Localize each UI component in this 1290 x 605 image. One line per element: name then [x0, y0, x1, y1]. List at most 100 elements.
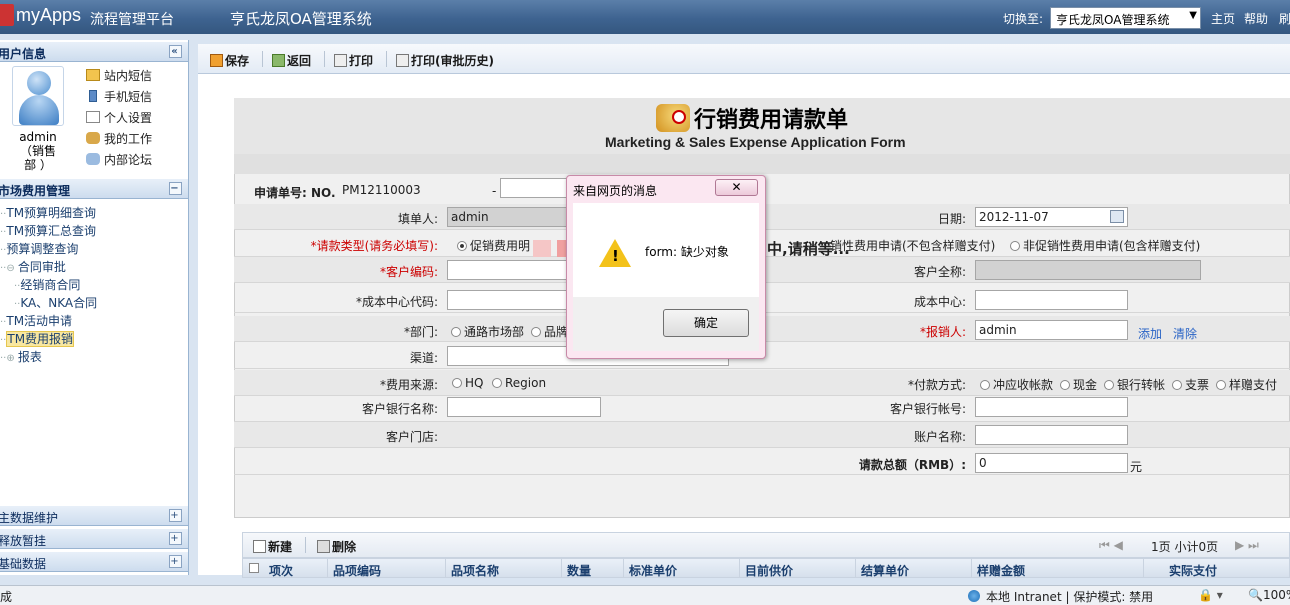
radio-icon[interactable] — [452, 378, 462, 388]
home-link[interactable]: 主页 — [1211, 10, 1235, 27]
grid-col-qty[interactable]: 数量 — [567, 562, 591, 579]
new-row-button[interactable]: 新建 — [253, 538, 292, 555]
radio-icon[interactable] — [1060, 380, 1070, 390]
pay-option-cheque[interactable]: 支票 — [1172, 376, 1209, 393]
menu-sms[interactable]: 手机短信 — [86, 88, 152, 105]
new-icon — [253, 540, 266, 553]
tree-item-report[interactable]: ··⊕ 报表 — [0, 348, 42, 365]
back-button[interactable]: 返回 — [272, 52, 311, 69]
radio-icon[interactable] — [451, 327, 461, 337]
grid-col-seq[interactable]: 项次 — [269, 562, 293, 579]
plus-icon[interactable]: + — [169, 509, 182, 522]
dialog-message: form: 缺少对象 — [645, 245, 729, 259]
add-link[interactable]: 添加 — [1138, 325, 1162, 342]
help-link[interactable]: 帮助 — [1244, 10, 1268, 27]
grid-col-item-code[interactable]: 品项编码 — [333, 562, 381, 579]
avatar — [12, 66, 64, 126]
menu-settings[interactable]: 个人设置 — [86, 109, 152, 126]
refresh-link[interactable]: 刷 — [1279, 10, 1290, 27]
panel-release-hold[interactable]: 释放暂挂 + — [0, 529, 188, 549]
radio-icon[interactable] — [457, 241, 467, 251]
tree-item-dealer-contract[interactable]: ··经销商合同 — [14, 276, 80, 293]
menu-my-work[interactable]: 我的工作 — [86, 130, 152, 147]
cust-code-input[interactable] — [447, 260, 567, 280]
dept-option-brand[interactable]: 品牌 — [531, 323, 568, 340]
cost-center-input[interactable] — [975, 290, 1128, 310]
radio-icon[interactable] — [1216, 380, 1226, 390]
tree-item-tm-activity[interactable]: ··TM活动申请 — [0, 312, 72, 329]
radio-icon[interactable] — [531, 327, 541, 337]
date-input[interactable]: 2012-11-07 — [975, 207, 1128, 227]
user-panel-header[interactable]: 用户信息 « — [0, 42, 188, 62]
ok-button[interactable]: 确定 — [663, 309, 749, 337]
cost-code-input[interactable] — [447, 290, 567, 310]
radio-icon[interactable] — [1010, 241, 1020, 251]
grid-col-gift-amount[interactable]: 样赠金额 — [977, 562, 1025, 579]
system-select[interactable]: 亨氏龙凤OA管理系统 ▼ — [1050, 7, 1201, 29]
bank-name-input[interactable] — [447, 397, 601, 417]
plus-icon[interactable]: + — [169, 532, 182, 545]
zone-status: 本地 Intranet | 保护模式: 禁用 — [986, 590, 1154, 604]
pay-option-ar[interactable]: 冲应收帐款 — [980, 376, 1053, 393]
pager-nav[interactable]: ⏮ ◀ — [1099, 538, 1123, 553]
print-button[interactable]: 打印 — [334, 52, 373, 69]
panel-base-data[interactable]: 基础数据 + — [0, 552, 188, 572]
minus-icon[interactable]: − — [169, 182, 182, 195]
security-icon[interactable]: 🔒 ▾ — [1198, 588, 1223, 602]
source-label: *费用来源: — [379, 378, 438, 392]
type-option-nonpromo-gift[interactable]: 非促销性费用申请(包含样赠支付) — [1010, 237, 1200, 254]
zoom-level[interactable]: 🔍100% — [1248, 588, 1290, 602]
reimburser-input[interactable]: admin — [975, 320, 1128, 340]
currency-unit: 元 — [1130, 460, 1143, 474]
filler-input[interactable]: admin — [447, 207, 567, 227]
menu-inbox[interactable]: 站内短信 — [86, 67, 152, 84]
tree-item-ka-contract[interactable]: ··KA、NKA合同 — [14, 294, 97, 311]
delete-row-button[interactable]: 删除 — [317, 538, 356, 555]
panel-master-data[interactable]: 主数据维护 + — [0, 506, 188, 526]
people-icon — [86, 132, 100, 144]
radio-icon[interactable] — [492, 378, 502, 388]
grid-col-settle-price[interactable]: 结算单价 — [861, 562, 909, 579]
calendar-icon[interactable] — [1110, 210, 1124, 223]
grid-col-item-name[interactable]: 品项名称 — [451, 562, 499, 579]
tree-item-contract[interactable]: ··⊖ 合同审批 — [0, 258, 66, 275]
cust-name-input[interactable] — [975, 260, 1201, 280]
bank-acct-input[interactable] — [975, 397, 1128, 417]
tree-item-budget-detail[interactable]: ··TM预算明细查询 — [0, 204, 96, 221]
type-option-nonpromo-nogift[interactable]: 销性费用申请(不包含样赠支付) — [830, 237, 995, 254]
type-option-promo[interactable]: 促销费用明 — [457, 237, 530, 254]
tree-item-budget-adjust[interactable]: ··预算调整查询 — [0, 240, 78, 257]
printer-icon — [396, 54, 409, 67]
market-panel-header[interactable]: 市场费用管理 − — [0, 179, 188, 199]
grid-col-std-price[interactable]: 标准单价 — [629, 562, 677, 579]
print-history-button[interactable]: 打印(审批历史) — [396, 52, 494, 69]
radio-icon[interactable] — [1172, 380, 1182, 390]
grid-col-actual-pay[interactable]: 实际支付 — [1169, 562, 1217, 579]
plus-icon[interactable]: + — [169, 555, 182, 568]
market-panel-title: 市场费用管理 — [0, 184, 71, 198]
select-all-checkbox[interactable] — [249, 563, 259, 573]
total-input[interactable]: 0 — [975, 453, 1128, 473]
clear-link[interactable]: 清除 — [1173, 325, 1197, 342]
acct-name-input[interactable] — [975, 425, 1128, 445]
pager-nav-next[interactable]: ▶ ⏭ — [1235, 538, 1259, 553]
source-option-region[interactable]: Region — [492, 376, 546, 390]
pay-option-transfer[interactable]: 银行转帐 — [1104, 376, 1165, 393]
req-no-suffix-input[interactable] — [500, 178, 570, 198]
grid-col-cur-price[interactable]: 目前供价 — [745, 562, 793, 579]
menu-forum[interactable]: 内部论坛 — [86, 151, 152, 168]
source-option-hq[interactable]: HQ — [452, 376, 483, 390]
sidebar: 用户信息 « admin （销售 部 ） 站内短信 手机短信 个人设置 我的工作 … — [0, 40, 189, 575]
form-title: 行销费用请款单 — [694, 107, 849, 132]
tree-item-tm-expense[interactable]: ··TM费用报销 — [0, 330, 75, 347]
radio-icon[interactable] — [980, 380, 990, 390]
pay-option-cash[interactable]: 现金 — [1060, 376, 1097, 393]
radio-icon[interactable] — [1104, 380, 1114, 390]
close-icon[interactable]: ✕ — [715, 179, 758, 196]
chevron-down-icon: ▼ — [1189, 10, 1197, 21]
dept-option-channel[interactable]: 通路市场部 — [451, 323, 524, 340]
tree-item-budget-summary[interactable]: ··TM预算汇总查询 — [0, 222, 96, 239]
save-button[interactable]: 保存 — [210, 52, 249, 69]
pay-option-gift[interactable]: 样赠支付 — [1216, 376, 1277, 393]
collapse-icon[interactable]: « — [169, 45, 182, 58]
